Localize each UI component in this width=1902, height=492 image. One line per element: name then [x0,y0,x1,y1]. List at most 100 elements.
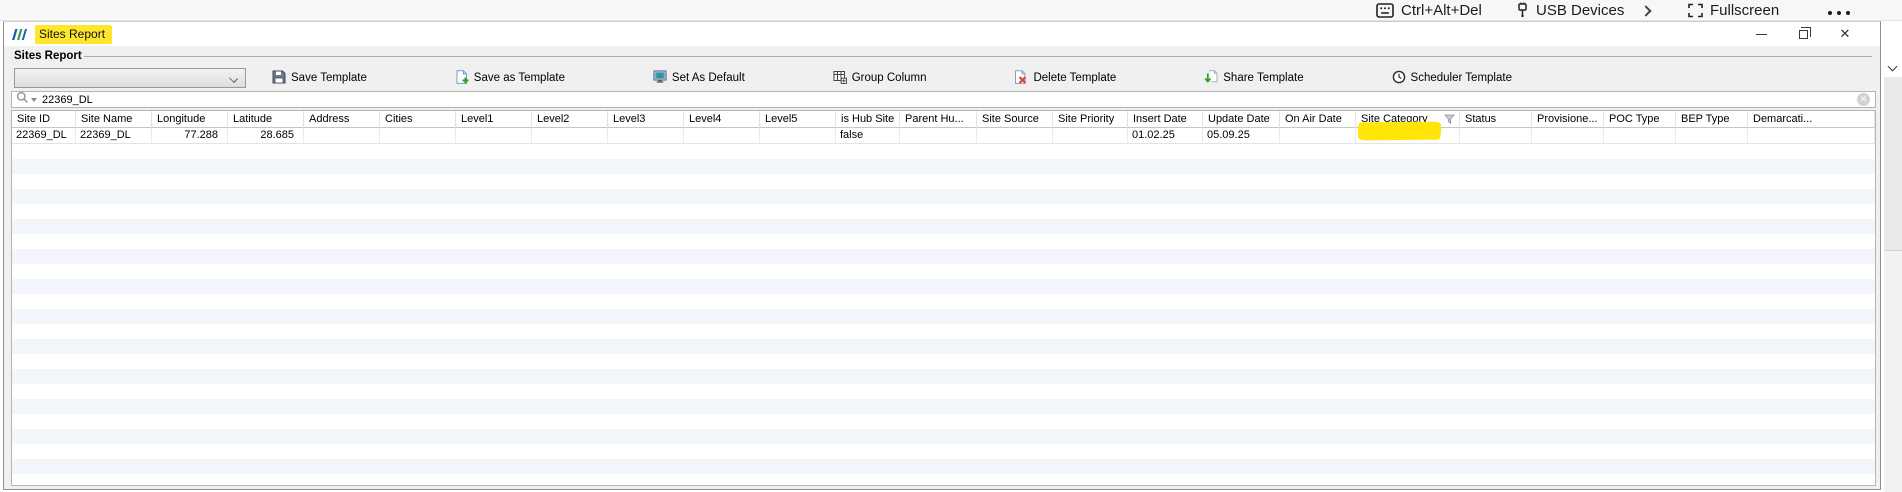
usb-devices-button[interactable]: USB Devices [1516,0,1624,21]
more-options-button[interactable] [1828,0,1850,21]
window-controls: ✕ [1740,23,1866,45]
cell-value: 01.02.25 [1132,129,1175,141]
column-header-site-id[interactable]: Site ID [12,111,76,128]
cell-poc-type[interactable] [1604,128,1676,144]
right-edge-panel [1884,21,1902,492]
column-header-status[interactable]: Status [1460,111,1532,128]
column-header-level1[interactable]: Level1 [456,111,532,128]
cell-longitude[interactable]: 77.288 [152,128,228,144]
column-label: Parent Hu... [905,113,964,125]
cell-site-id[interactable]: 22369_DL [12,128,76,144]
share-template-button[interactable]: Share Template [1200,68,1307,89]
cell-address[interactable] [304,128,380,144]
save-template-button[interactable]: Save Template [268,68,371,89]
column-label: Site Priority [1058,113,1114,125]
button-label: Save as Template [474,72,565,84]
button-label: Delete Template [1033,72,1116,84]
close-button[interactable]: ✕ [1824,23,1866,45]
search-bar: ✕ [11,91,1876,108]
column-label: Insert Date [1133,113,1187,125]
ellipsis-icon [1828,11,1850,15]
column-header-poc-type[interactable]: POC Type [1604,111,1676,128]
cell-level1[interactable] [456,128,532,144]
cell-is-hub-site[interactable]: false [836,128,900,144]
column-header-level2[interactable]: Level2 [532,111,608,128]
search-options-button[interactable] [16,91,37,109]
chevron-down-icon [31,98,37,102]
column-header-site-source[interactable]: Site Source [977,111,1053,128]
column-header-parent-hu[interactable]: Parent Hu... [900,111,977,128]
chevron-down-icon[interactable] [1888,62,1898,72]
cell-provisione[interactable] [1532,128,1604,144]
cell-level2[interactable] [532,128,608,144]
ctrl-alt-del-button[interactable]: Ctrl+Alt+Del [1376,0,1482,21]
column-header-site-name[interactable]: Site Name [76,111,152,128]
groupbox-border [84,56,1872,57]
column-header-level4[interactable]: Level4 [684,111,760,128]
column-header-insert-date[interactable]: Insert Date [1128,111,1203,128]
cell-update-date[interactable]: 05.09.25 [1203,128,1280,144]
set-as-default-button[interactable]: Set As Default [649,68,749,89]
scheduler-template-button[interactable]: Scheduler Template [1388,68,1516,89]
column-header-site-priority[interactable]: Site Priority [1053,111,1128,128]
empty-row-band [12,204,1875,219]
cell-insert-date[interactable]: 01.02.25 [1128,128,1203,144]
column-header-update-date[interactable]: Update Date [1203,111,1280,128]
cell-demarcati[interactable] [1748,128,1875,144]
fullscreen-icon [1688,3,1703,18]
cell-level4[interactable] [684,128,760,144]
cell-value: 28.685 [260,129,294,141]
column-label: Update Date [1208,113,1270,125]
cell-on-air-date[interactable] [1280,128,1356,144]
column-header-on-air-date[interactable]: On Air Date [1280,111,1356,128]
button-label: Share Template [1223,72,1303,84]
cell-parent-hu[interactable] [900,128,977,144]
column-header-cities[interactable]: Cities [380,111,456,128]
column-header-demarcati[interactable]: Demarcati... [1748,111,1875,128]
chevron-right-icon [1640,5,1651,16]
column-label: Latitude [233,113,272,125]
column-header-provisione[interactable]: Provisione... [1532,111,1604,128]
cell-cities[interactable] [380,128,456,144]
group-column-button[interactable]: Group Column [829,68,931,89]
expand-toolbar-button[interactable] [1642,0,1650,21]
button-label: Save Template [291,72,367,84]
table-row[interactable]: 22369_DL22369_DL77.28828.685false01.02.2… [12,128,1875,144]
column-header-address[interactable]: Address [304,111,380,128]
cell-bep-type[interactable] [1676,128,1748,144]
template-toolbar: Save Template Save as Template Set As De… [268,68,1516,89]
column-header-level3[interactable]: Level3 [608,111,684,128]
filter-icon[interactable] [1444,114,1455,128]
cell-status[interactable] [1460,128,1532,144]
search-input[interactable] [42,94,1857,106]
usb-icon [1516,2,1529,18]
cell-level5[interactable] [760,128,836,144]
fullscreen-button[interactable]: Fullscreen [1688,0,1779,21]
save-as-template-button[interactable]: Save as Template [451,68,569,89]
empty-row-band [12,144,1875,159]
cell-site-priority[interactable] [1053,128,1128,144]
cell-latitude[interactable]: 28.685 [228,128,304,144]
clear-search-button[interactable]: ✕ [1857,93,1870,106]
column-label: Site Name [81,113,132,125]
column-header-level5[interactable]: Level5 [760,111,836,128]
empty-row-band [12,444,1875,459]
column-header-is-hub-site[interactable]: is Hub Site [836,111,900,128]
delete-template-button[interactable]: Delete Template [1010,68,1120,89]
cell-site-category[interactable] [1356,128,1460,144]
empty-row-band [12,279,1875,294]
template-combobox[interactable] [14,68,246,88]
cell-site-name[interactable]: 22369_DL [76,128,152,144]
column-header-bep-type[interactable]: BEP Type [1676,111,1748,128]
column-header-longitude[interactable]: Longitude [152,111,228,128]
empty-row-band [12,174,1875,189]
column-label: Longitude [157,113,205,125]
cell-site-source[interactable] [977,128,1053,144]
restore-button[interactable] [1782,23,1824,45]
column-header-latitude[interactable]: Latitude [228,111,304,128]
column-label: Level4 [689,113,721,125]
right-panel-lower [1884,251,1902,492]
cell-level3[interactable] [608,128,684,144]
button-label: Group Column [852,72,927,84]
minimize-button[interactable] [1740,23,1782,45]
